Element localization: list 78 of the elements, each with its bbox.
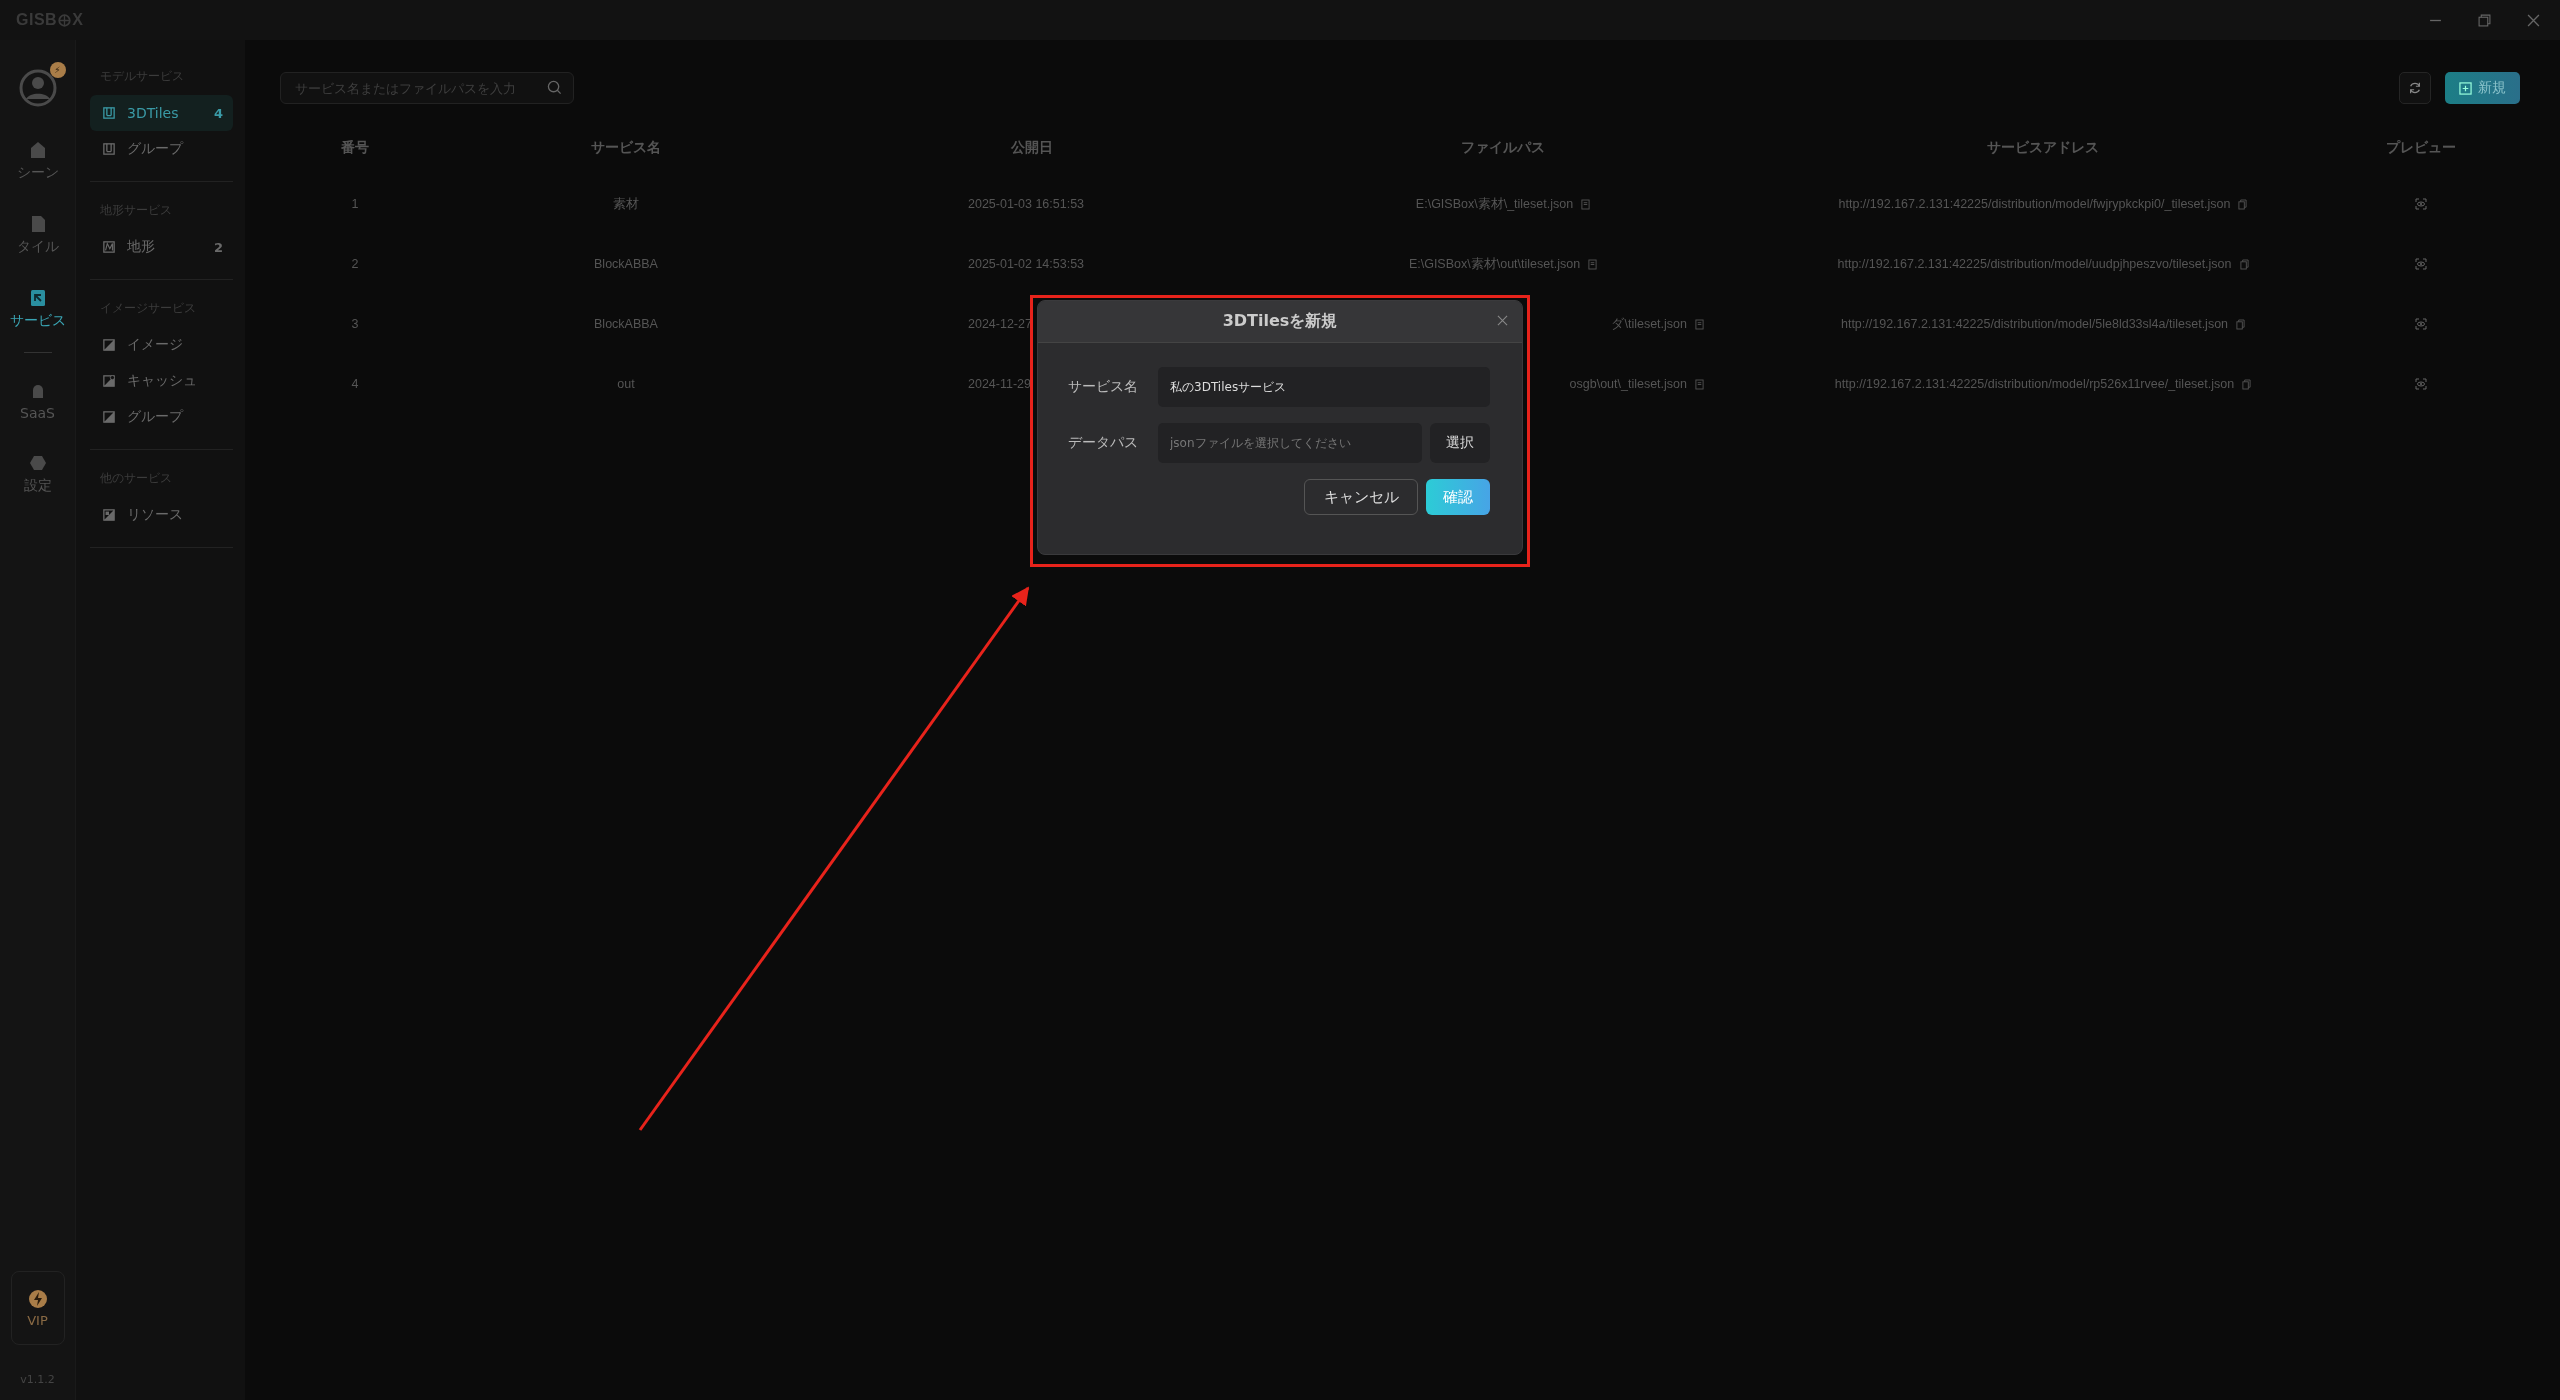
select-button[interactable]: 選択 <box>1430 423 1490 463</box>
close-icon[interactable] <box>1497 315 1508 326</box>
service-list-item[interactable]: グループ <box>90 399 233 435</box>
service-list-item[interactable]: グループ <box>90 131 233 167</box>
avatar-icon[interactable] <box>17 68 58 108</box>
preview-icon[interactable] <box>2415 258 2427 270</box>
input-field[interactable]: jsonファイルを選択してください <box>1158 423 1422 463</box>
restore-icon[interactable] <box>2478 13 2491 27</box>
column-header: サービス名 <box>591 139 661 157</box>
lightning-icon <box>27 1288 48 1309</box>
copy-icon[interactable] <box>2242 378 2252 390</box>
column-header: サービスアドレス <box>1987 139 2099 157</box>
table-cell: out <box>617 377 635 391</box>
image-icon[interactable] <box>103 509 115 521</box>
close-icon[interactable] <box>2527 13 2540 27</box>
dialog-title: 3DTilesを新規 <box>1222 311 1338 332</box>
search-icon[interactable] <box>547 80 562 95</box>
copy-icon[interactable] <box>2239 258 2249 270</box>
table-cell: osgb\out\_tileset.json <box>1569 377 1687 391</box>
table-cell: 2025-01-03 16:51:53 <box>968 197 1085 211</box>
preview-icon[interactable] <box>2415 198 2427 210</box>
nav-item[interactable]: サービス <box>9 278 66 340</box>
model-icon[interactable] <box>103 107 115 119</box>
table-cell: ダ\tileset.json <box>1611 315 1687 333</box>
cancel-button[interactable]: キャンセル <box>1304 479 1418 515</box>
table-cell: 4 <box>351 377 359 391</box>
service-list-item[interactable]: キャッシュ <box>90 363 233 399</box>
table-cell: 素材 <box>613 195 639 213</box>
image-icon[interactable] <box>103 375 115 387</box>
refresh-icon[interactable] <box>2408 81 2422 95</box>
table-cell: 2024-12-27 <box>968 317 1032 331</box>
image-icon[interactable] <box>103 339 115 351</box>
new-button[interactable]: 新規 <box>2445 72 2520 104</box>
table-cell: http://192.167.2.131:42225/distribution/model/fwjrypkckpi0/_tileset.json <box>1838 197 2231 211</box>
table-cell: 1 <box>351 197 359 211</box>
service-list-item[interactable]: イメージ <box>90 327 233 363</box>
column-header: ファイルパス <box>1461 139 1545 157</box>
file-icon[interactable] <box>1695 318 1704 330</box>
field-label: データパス <box>1068 434 1139 452</box>
file-icon[interactable] <box>1695 378 1704 390</box>
vip-card[interactable]: VIP <box>10 1271 65 1345</box>
column-header: 番号 <box>341 139 369 157</box>
terrain-icon[interactable] <box>103 241 115 253</box>
table-cell: 3 <box>351 317 359 331</box>
table-cell: BlockABBA <box>594 317 658 331</box>
table-cell: 2024-11-29 <box>968 377 1031 391</box>
copy-icon[interactable] <box>2238 198 2248 210</box>
file-icon[interactable] <box>1581 198 1591 210</box>
service-list-item[interactable]: 3DTiles 4 <box>90 95 233 131</box>
input-field[interactable]: 私の3DTilesサービス <box>1158 367 1490 407</box>
table-cell: BlockABBA <box>594 257 658 271</box>
file-icon[interactable] <box>1588 258 1598 270</box>
table-cell: 2025-01-02 14:53:53 <box>968 257 1085 271</box>
preview-icon[interactable] <box>2415 378 2427 390</box>
confirm-button[interactable]: 確認 <box>1426 479 1490 515</box>
table-cell: 2 <box>351 257 359 271</box>
table-cell: E:\GISBox\素材\out\tileset.json <box>1408 255 1581 273</box>
nav-item[interactable]: シーン <box>16 130 59 192</box>
copy-icon[interactable] <box>2236 318 2246 330</box>
nav-item[interactable]: SaaS <box>20 371 55 431</box>
table-cell: http://192.167.2.131:42225/distribution/model/5le8ld33sl4a/tileset.json <box>1840 317 2229 331</box>
vip-badge: ⚡ <box>49 62 66 78</box>
add-icon[interactable] <box>2459 81 2472 95</box>
table-cell: http://192.167.2.131:42225/distribution/model/uudpjhpeszvo/tileset.json <box>1837 257 2232 271</box>
nav-item[interactable]: タイル <box>16 204 59 266</box>
image-icon[interactable] <box>103 411 115 423</box>
service-list-item[interactable]: リソース <box>90 497 233 533</box>
refresh-button[interactable] <box>2399 72 2431 104</box>
preview-icon[interactable] <box>2415 318 2427 330</box>
column-header: 公開日 <box>1011 139 1053 157</box>
table-cell: E:\GISBox\素材\_tileset.json <box>1415 195 1574 213</box>
service-list-item[interactable]: 地形 2 <box>90 229 233 265</box>
column-header: プレビュー <box>2386 139 2456 157</box>
model-icon[interactable] <box>103 143 115 155</box>
table-cell: http://192.167.2.131:42225/distribution/model/rp526x11rvee/_tileset.json <box>1834 377 2235 391</box>
settings-icon[interactable] <box>27 453 48 473</box>
nav-item[interactable]: 設定 <box>23 443 52 505</box>
field-label: サービス名 <box>1068 378 1139 396</box>
